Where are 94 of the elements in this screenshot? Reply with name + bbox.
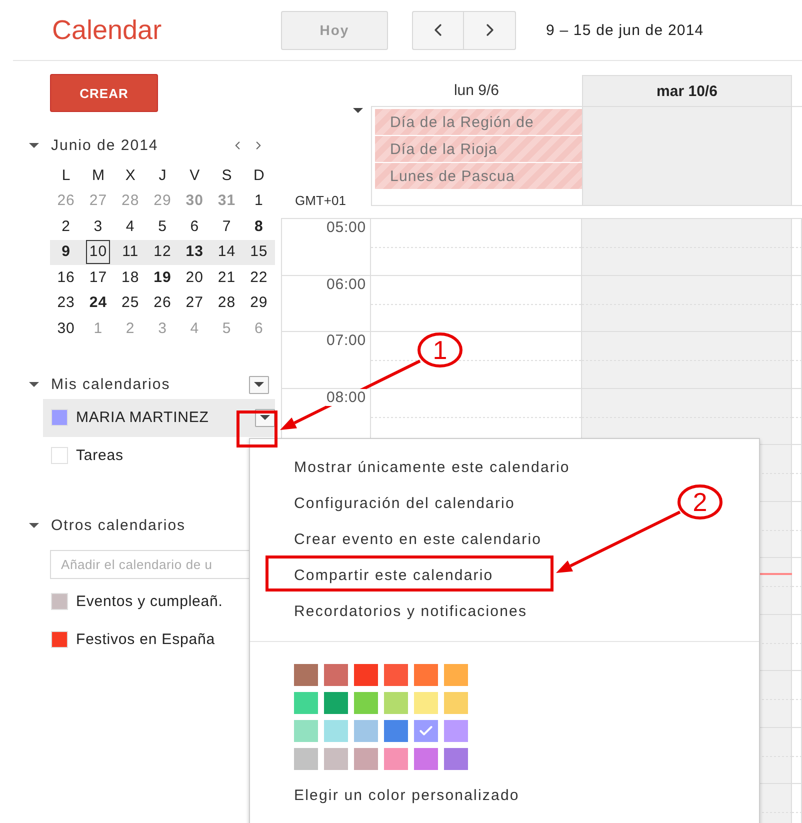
color-swatch[interactable] bbox=[324, 748, 348, 770]
color-swatch[interactable] bbox=[384, 720, 408, 742]
collapse-triangle-icon[interactable] bbox=[29, 523, 39, 528]
add-calendar-field[interactable]: Añadir el calendario de u bbox=[50, 550, 250, 578]
calendar-day[interactable]: 22 bbox=[247, 266, 271, 290]
color-swatch[interactable] bbox=[414, 664, 438, 686]
calendar-day[interactable]: 23 bbox=[54, 291, 78, 316]
calendar-day[interactable]: 24 bbox=[86, 291, 110, 316]
weekday-label: V bbox=[188, 167, 201, 184]
hour-label: 06:00 bbox=[326, 276, 366, 292]
weekday-label: L bbox=[60, 167, 72, 184]
color-swatch[interactable] bbox=[414, 748, 438, 770]
weekday-label: D bbox=[252, 167, 266, 184]
calendar-day[interactable]: 8 bbox=[251, 214, 266, 239]
calendar-day[interactable]: 18 bbox=[118, 266, 142, 290]
menu-item[interactable]: Compartir este calendario bbox=[250, 557, 494, 593]
calendar-day[interactable]: 20 bbox=[182, 266, 206, 290]
previous-week-button[interactable] bbox=[412, 10, 464, 50]
calendar-day[interactable]: 11 bbox=[119, 240, 142, 264]
calendar-day[interactable]: 12 bbox=[150, 240, 174, 264]
calendar-day[interactable]: 29 bbox=[247, 291, 271, 316]
color-swatch[interactable] bbox=[294, 748, 318, 770]
menu-item[interactable]: Recordatorios y notificaciones bbox=[250, 593, 528, 629]
calendar-day[interactable]: 1 bbox=[251, 189, 266, 214]
color-swatch[interactable] bbox=[324, 692, 348, 714]
color-swatch[interactable] bbox=[414, 720, 438, 742]
day-header[interactable]: lun 9/6 bbox=[371, 75, 582, 105]
calendar-day[interactable]: 19 bbox=[150, 266, 174, 290]
app-logo: Calendar bbox=[52, 14, 163, 46]
collapse-triangle-icon[interactable] bbox=[29, 382, 39, 387]
color-swatch[interactable] bbox=[324, 664, 348, 686]
color-swatch[interactable] bbox=[294, 720, 318, 742]
date-range: 9 – 15 de jun de 2014 bbox=[546, 22, 704, 38]
calendar-day[interactable]: 26 bbox=[150, 291, 174, 316]
calendar-row[interactable]: MARIA MARTINEZ bbox=[43, 398, 275, 436]
day-header[interactable]: mar 10/6 bbox=[582, 75, 792, 106]
section-title: Mis calendarios bbox=[51, 376, 172, 393]
calendar-day[interactable]: 3 bbox=[90, 214, 106, 239]
color-swatch[interactable] bbox=[444, 692, 468, 714]
menu-item[interactable]: Configuración del calendario bbox=[250, 485, 515, 521]
create-button[interactable]: CREAR bbox=[50, 74, 158, 112]
color-swatch[interactable] bbox=[384, 692, 408, 714]
highlight-frame bbox=[236, 410, 278, 448]
calendar-name[interactable]: MARIA MARTINEZ bbox=[76, 409, 255, 426]
color-square-icon[interactable] bbox=[51, 409, 68, 426]
color-swatch[interactable] bbox=[354, 720, 378, 742]
calendar-day[interactable]: 16 bbox=[54, 266, 78, 290]
calendar-day[interactable]: 4 bbox=[122, 214, 138, 239]
color-swatch[interactable] bbox=[294, 664, 318, 686]
calendar-day[interactable]: 9 bbox=[58, 240, 74, 264]
calendar-day[interactable]: 10 bbox=[86, 240, 110, 264]
calendar-day[interactable]: 28 bbox=[214, 291, 239, 316]
month-title: Junio de 2014 bbox=[51, 136, 160, 154]
calendar-day[interactable]: 27 bbox=[182, 291, 206, 316]
color-swatch[interactable] bbox=[444, 664, 468, 686]
color-swatch[interactable] bbox=[354, 748, 378, 770]
selected-week[interactable]: 9 10 11 12 13 14 15 bbox=[50, 240, 275, 265]
calendar-day[interactable]: 15 bbox=[247, 240, 271, 264]
collapse-triangle-icon[interactable] bbox=[29, 142, 39, 148]
calendar-day[interactable]: 5 bbox=[155, 214, 170, 239]
color-swatch[interactable] bbox=[444, 748, 468, 770]
color-square-icon[interactable] bbox=[51, 447, 68, 464]
menu-item[interactable]: Mostrar únicamente este calendario bbox=[250, 449, 570, 485]
calendar-day[interactable]: 25 bbox=[118, 291, 142, 316]
color-swatch[interactable] bbox=[384, 664, 408, 686]
weekday-label: J bbox=[158, 167, 168, 184]
color-swatch[interactable] bbox=[354, 664, 378, 686]
calendar-day[interactable]: 13 bbox=[182, 240, 206, 264]
calendar-day[interactable]: 21 bbox=[214, 266, 239, 290]
color-swatch[interactable] bbox=[324, 720, 348, 742]
color-swatch[interactable] bbox=[294, 692, 318, 714]
color-swatch[interactable] bbox=[444, 720, 468, 742]
weekday-label: M bbox=[90, 167, 106, 184]
dropdown-button[interactable] bbox=[249, 376, 269, 394]
calendar-day[interactable]: 2 bbox=[58, 214, 74, 239]
calendar-day[interactable]: 17 bbox=[86, 266, 110, 290]
menu-item[interactable]: Crear evento en este calendario bbox=[250, 521, 542, 557]
weekday-label: X bbox=[124, 167, 136, 184]
next-week-button[interactable] bbox=[464, 10, 516, 50]
dropdown-triangle-icon[interactable] bbox=[353, 108, 363, 113]
hour-label: 08:00 bbox=[326, 388, 366, 406]
weekday-label: S bbox=[220, 167, 233, 184]
section-title: Otros calendarios bbox=[51, 517, 187, 534]
menu-item[interactable]: Elegir un color personalizado bbox=[250, 783, 520, 807]
calendar-day[interactable]: 30 bbox=[54, 316, 78, 341]
color-swatch[interactable] bbox=[384, 748, 408, 770]
color-square-icon[interactable] bbox=[51, 593, 68, 610]
color-swatch[interactable] bbox=[414, 692, 438, 714]
calendar-day[interactable]: 7 bbox=[219, 214, 234, 239]
calendar-day[interactable]: 6 bbox=[187, 214, 202, 239]
timezone-label: GMT+01 bbox=[295, 193, 346, 208]
color-swatch[interactable] bbox=[354, 692, 378, 714]
color-square-icon[interactable] bbox=[51, 631, 68, 648]
calendar-day[interactable]: 14 bbox=[214, 240, 239, 264]
